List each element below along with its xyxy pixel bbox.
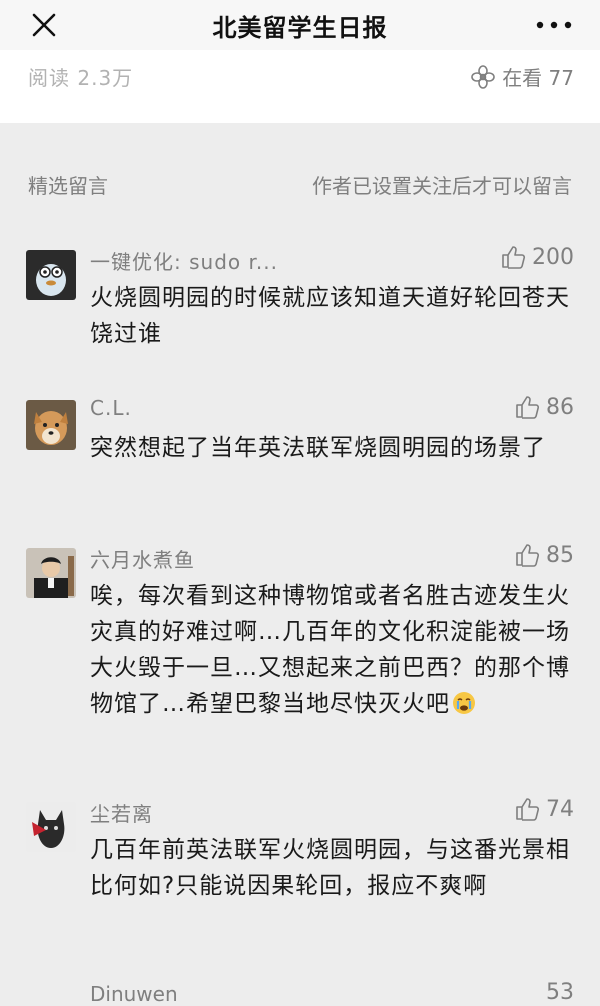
watching-button[interactable]: 在看 77	[470, 62, 574, 91]
like-button[interactable]: 200	[500, 244, 574, 270]
thumbs-up-icon	[516, 544, 540, 567]
watching-label: 在看 77	[502, 66, 574, 90]
like-count: 200	[532, 244, 574, 270]
comments-header: 精选留言 作者已设置关注后才可以留言	[0, 160, 600, 210]
close-icon[interactable]	[28, 9, 60, 41]
section-title: 精选留言	[28, 174, 108, 198]
avatar[interactable]	[26, 400, 76, 450]
like-count: 74	[546, 796, 574, 822]
comment-text: 突然想起了当年英法联军烧圆明园的场景了	[90, 435, 546, 461]
comment-nickname-partial[interactable]: Dinuwen	[90, 982, 178, 1006]
comment-nickname[interactable]: C.L.	[90, 396, 132, 420]
comment-text: 火烧圆明园的时候就应该知道天道好轮回苍天饶过谁	[90, 285, 570, 347]
like-button[interactable]: 85	[514, 542, 574, 568]
read-count: 阅读 2.3万	[28, 66, 134, 90]
article-footer: 阅读 2.3万 在看 77	[0, 50, 600, 123]
comment-nickname[interactable]: 六月水煮鱼	[90, 544, 195, 573]
thumbs-up-icon	[502, 246, 526, 269]
comment-nickname[interactable]: 一键优化: sudo r...	[90, 246, 278, 275]
like-count: 86	[546, 394, 574, 420]
like-button[interactable]: 86	[514, 394, 574, 420]
like-count-partial[interactable]: 53	[546, 980, 574, 1005]
top-bar: 北美留学生日报	[0, 0, 600, 50]
more-dots-icon[interactable]	[534, 14, 574, 36]
section-note: 作者已设置关注后才可以留言	[312, 174, 572, 198]
avatar[interactable]	[26, 250, 76, 300]
crying-face-icon	[453, 692, 475, 714]
flower-icon	[471, 64, 495, 89]
avatar[interactable]	[26, 802, 76, 852]
thumbs-up-icon	[516, 396, 540, 419]
like-count: 85	[546, 542, 574, 568]
comment-text-body: 唉，每次看到这种博物馆或者名胜古迹发生火灾真的好难过啊…几百年的文化积淀能被一场…	[90, 583, 570, 717]
thumbs-up-icon	[516, 798, 540, 821]
avatar[interactable]	[26, 548, 76, 598]
like-button[interactable]: 74	[514, 796, 574, 822]
comment-nickname[interactable]: 尘若离	[90, 798, 153, 827]
comment-text: 唉，每次看到这种博物馆或者名胜古迹发生火灾真的好难过啊…几百年的文化积淀能被一场…	[90, 578, 570, 722]
comment-text: 几百年前英法联军火烧圆明园，与这番光景相比何如?只能说因果轮回，报应不爽啊	[90, 837, 570, 899]
page-title: 北美留学生日报	[212, 13, 388, 42]
